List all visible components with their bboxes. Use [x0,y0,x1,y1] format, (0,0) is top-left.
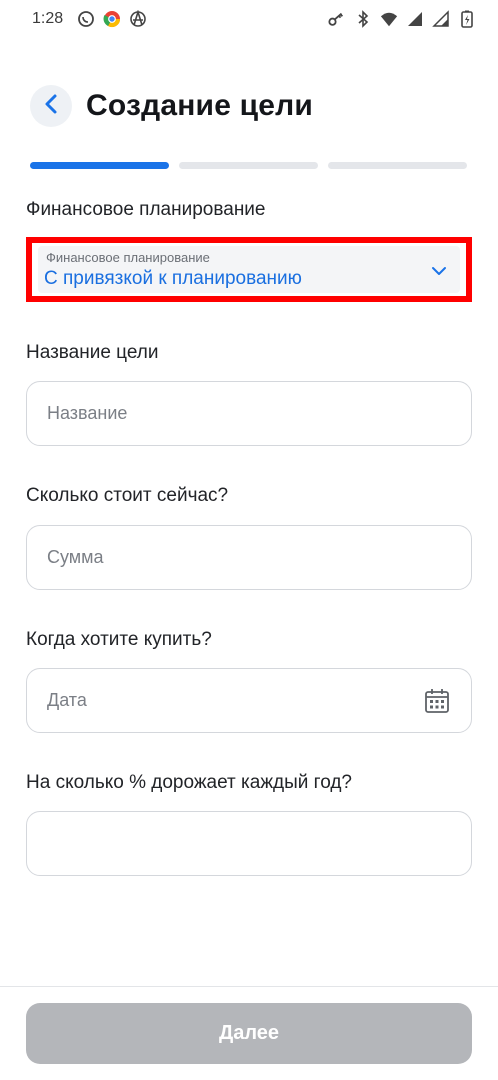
progress-step-3 [328,162,467,169]
calendar-icon[interactable] [423,687,451,715]
whatsapp-icon [77,10,95,28]
planning-highlight-frame: Финансовое планирование С привязкой к пл… [26,237,472,302]
cost-now-label: Сколько стоит сейчас? [26,485,229,506]
anarchy-icon [129,10,147,28]
signal-icon [406,10,424,28]
buy-date-label: Когда хотите купить? [26,629,212,650]
planning-dropdown-caption: Финансовое планирование [46,250,210,265]
next-button[interactable]: Далее [26,1003,472,1064]
inflation-field[interactable] [26,811,472,876]
back-button[interactable] [30,85,72,127]
cost-now-input[interactable] [47,547,451,568]
chevron-down-icon [430,264,448,276]
status-time: 1:28 [32,10,64,27]
planning-section-label: Финансовое планирование [26,199,266,220]
status-bar: 1:28 [0,0,498,38]
inflation-label: На сколько % дорожает каждый год? [26,772,352,793]
buy-date-input[interactable] [47,690,423,711]
planning-dropdown-value: С привязкой к планированию [44,268,302,289]
inflation-input[interactable] [47,833,451,854]
step-progress [30,162,467,169]
progress-step-2 [179,162,318,169]
chrome-icon [103,10,121,28]
progress-step-1 [30,162,169,169]
battery-charging-icon [458,10,476,28]
goal-name-input[interactable] [47,403,451,424]
header: Создание цели [30,84,313,128]
bluetooth-icon [354,10,372,28]
signal-icon [432,10,450,28]
vpn-key-icon [328,10,346,28]
buy-date-field[interactable] [26,668,472,733]
goal-name-field[interactable] [26,381,472,446]
planning-dropdown[interactable]: Финансовое планирование С привязкой к пл… [38,246,460,293]
chevron-left-icon [44,93,58,120]
page-title: Создание цели [86,89,314,122]
cost-now-field[interactable] [26,525,472,590]
goal-name-label: Название цели [26,342,159,363]
footer-divider [0,986,498,987]
wifi-icon [380,10,398,28]
